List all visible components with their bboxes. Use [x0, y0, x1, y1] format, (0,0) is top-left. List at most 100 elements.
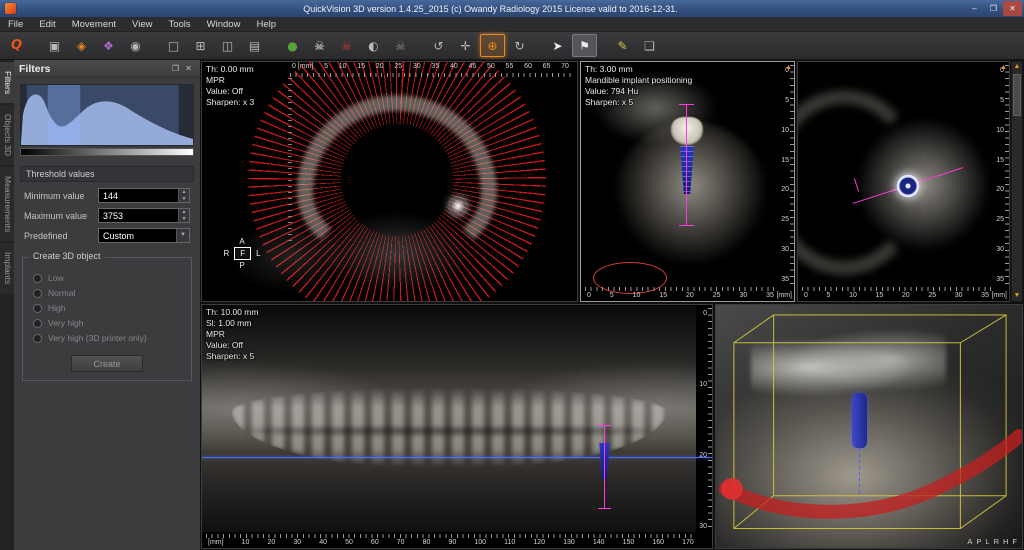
spin-down-icon[interactable]: ▼: [179, 216, 189, 223]
menu-item[interactable]: Tools: [160, 18, 198, 31]
ruler-vertical: 05101520253035: [994, 65, 1009, 285]
menu-item[interactable]: File: [0, 18, 31, 31]
minimum-value-input[interactable]: [98, 188, 190, 203]
import-volume-button[interactable]: ◈: [69, 34, 94, 57]
tab-implants[interactable]: Implants: [0, 243, 14, 293]
minimum-value-stepper[interactable]: ▲ ▼: [178, 189, 189, 202]
maximum-value-stepper[interactable]: ▲ ▼: [178, 209, 189, 222]
quality-option[interactable]: Very high: [33, 318, 181, 328]
ruler-label: 15: [659, 292, 667, 299]
ruler-label: 25: [394, 63, 402, 76]
viewport-3d[interactable]: APLRHF: [715, 304, 1023, 549]
measure-button[interactable]: ✎: [610, 34, 635, 57]
tool-icon: ☠: [314, 39, 325, 53]
slice-indicator-line[interactable]: [202, 457, 712, 458]
viewport-axial[interactable]: Th: 0.00 mmMPRValue: OffSharpen: x 3 0 […: [201, 61, 578, 302]
layout-single-button[interactable]: □: [161, 34, 186, 57]
menu-item[interactable]: Window: [199, 18, 249, 31]
layout-panoramic-button[interactable]: ▤: [242, 34, 267, 57]
viewport-cross-section[interactable]: Th: 3.00 mmMandible implant positioningV…: [580, 61, 795, 302]
layout-grid-button[interactable]: ⊞: [188, 34, 213, 57]
ruler-label: 35: [781, 276, 789, 283]
tab-filters[interactable]: Filters: [0, 62, 14, 103]
maximum-value-input[interactable]: [98, 208, 190, 223]
quality-option[interactable]: Very high (3D printer only): [33, 333, 181, 343]
radio-icon: [33, 274, 42, 283]
tool-icon: ▤: [249, 39, 260, 53]
scrollbar-vertical[interactable]: ▲ ▼: [1011, 61, 1023, 302]
palette-button[interactable]: ❖: [96, 34, 121, 57]
ruler-label: 25: [928, 292, 936, 299]
ruler-label: 20: [996, 186, 1004, 193]
bone-3d-button[interactable]: ☠: [307, 34, 332, 57]
float-panel-icon[interactable]: ❐: [169, 64, 182, 73]
occlusal-shadow: [246, 428, 651, 434]
menu-item[interactable]: Edit: [31, 18, 63, 31]
flag-tool-button[interactable]: ⚑: [572, 34, 597, 57]
tool-icon: ✛: [460, 39, 470, 53]
ruler-label: 150: [623, 539, 635, 546]
quality-option[interactable]: Normal: [33, 288, 181, 298]
scrollbar-thumb[interactable]: [1013, 74, 1021, 116]
create-button[interactable]: Create: [71, 355, 143, 372]
pan-tool-button[interactable]: ✛: [453, 34, 478, 57]
axis-tick: [598, 425, 611, 426]
ruler-label: 35: [996, 276, 1004, 283]
tab-objects-3d[interactable]: Objects 3D: [0, 105, 14, 165]
tool-icon: ❖: [103, 39, 114, 53]
tab-measurements[interactable]: Measurements: [0, 167, 14, 241]
radio-icon: [33, 289, 42, 298]
quality-option[interactable]: High: [33, 303, 181, 313]
ruler-label: 120: [533, 539, 545, 546]
maximize-button[interactable]: ❐: [984, 1, 1003, 16]
spin-down-icon[interactable]: ▼: [179, 196, 189, 203]
ruler-label: 70: [561, 63, 569, 76]
muscle-3d-button[interactable]: ☠: [334, 34, 359, 57]
nerve-canal-graphic: [716, 305, 1022, 548]
quality-option-label: Very high: [48, 318, 83, 328]
scroll-up-icon[interactable]: ▲: [1012, 62, 1022, 72]
overlay-line: Sharpen: x 5: [206, 351, 258, 362]
zoom-tool-button[interactable]: ⊕: [480, 34, 505, 57]
orientation-letter: H: [1003, 537, 1008, 546]
window-layout-button[interactable]: ❏: [637, 34, 662, 57]
pointer-tool-button[interactable]: ➤: [545, 34, 570, 57]
patient-export-button[interactable]: ▣: [42, 34, 67, 57]
ruler-label: 25: [713, 292, 721, 299]
scroll-up-icon[interactable]: ▲: [785, 64, 792, 71]
contrast-button[interactable]: ◐: [361, 34, 386, 57]
tool-icon: □: [168, 39, 179, 53]
histogram[interactable]: [20, 84, 194, 146]
ruler-label: 5: [324, 63, 328, 76]
viewport-panoramic[interactable]: Th: 10.00 mmSl: 1.00 mmMPRValue: OffShar…: [201, 304, 713, 549]
predefined-select[interactable]: Custom ▼: [98, 228, 190, 243]
ruler-label: 20: [376, 63, 384, 76]
close-button[interactable]: ✕: [1003, 1, 1022, 16]
chevron-down-icon[interactable]: ▼: [176, 229, 189, 242]
scroll-up-icon[interactable]: ▲: [1000, 64, 1007, 71]
tool-icon: ⊕: [487, 39, 497, 53]
layout-mpr-button[interactable]: ◫: [215, 34, 240, 57]
gray-3d-button[interactable]: ☠: [388, 34, 413, 57]
tool-icon: ●: [287, 39, 297, 53]
close-panel-icon[interactable]: ✕: [182, 64, 195, 73]
undo-button[interactable]: ↺: [426, 34, 451, 57]
scroll-down-icon[interactable]: ▼: [1012, 291, 1022, 301]
quality-option[interactable]: Low: [33, 273, 181, 283]
grayscale-ramp: [20, 148, 194, 156]
owandy-logo-button[interactable]: Q: [4, 34, 29, 57]
ruler-label: 35: [431, 63, 439, 76]
menu-item[interactable]: View: [124, 18, 160, 31]
menu-item[interactable]: Movement: [64, 18, 124, 31]
viewport-cross-section-2[interactable]: ▲ 05101520253035 [mm] 05101520253035: [797, 61, 1010, 302]
tool-icon: ◫: [222, 39, 233, 53]
ruler-label: 30: [955, 292, 963, 299]
preview-button[interactable]: ◉: [123, 34, 148, 57]
rotate-tool-button[interactable]: ↻: [507, 34, 532, 57]
minimize-button[interactable]: –: [965, 1, 984, 16]
orientation-left: L: [256, 249, 260, 258]
menu-item[interactable]: Help: [248, 18, 284, 31]
ruler-label: 70: [397, 539, 405, 546]
soft-tissue-3d-button[interactable]: ●: [280, 34, 305, 57]
overlay-line: Th: 3.00 mm: [585, 64, 692, 75]
